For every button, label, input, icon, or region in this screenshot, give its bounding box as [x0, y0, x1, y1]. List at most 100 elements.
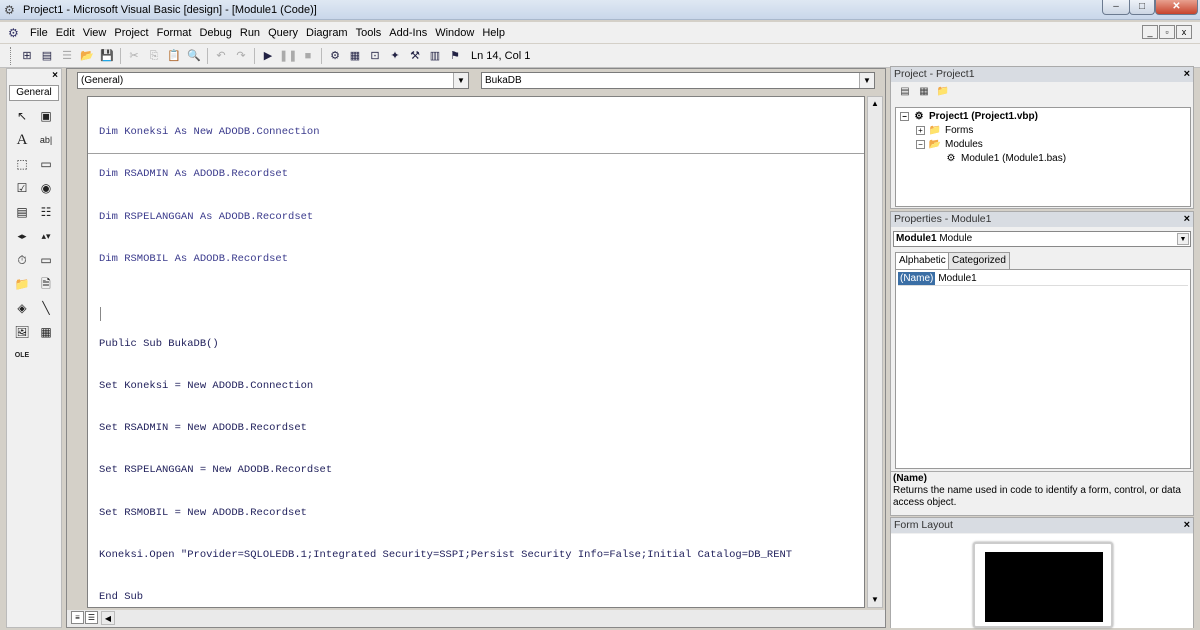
mdi-restore-button[interactable]: ▫ — [1159, 25, 1175, 39]
collapse-icon[interactable]: − — [916, 140, 925, 149]
view-code-icon[interactable]: ▤ — [897, 85, 913, 99]
menu-window[interactable]: Window — [431, 27, 478, 39]
menu-file[interactable]: File — [26, 27, 52, 39]
copy-icon[interactable]: ⎘ — [145, 47, 163, 65]
chevron-down-icon[interactable]: ▼ — [1177, 233, 1189, 245]
scroll-down-icon[interactable]: ▼ — [868, 593, 882, 607]
toolbar-grip[interactable] — [10, 46, 13, 65]
close-icon[interactable]: × — [1184, 518, 1190, 533]
object-combo[interactable]: (General) ▼ — [77, 72, 469, 89]
image-icon[interactable]: 🖼 — [13, 323, 31, 341]
scroll-up-icon[interactable]: ▲ — [868, 97, 882, 111]
listbox-icon[interactable]: ☷ — [37, 203, 55, 221]
code-line: Koneksi.Open "Provider=SQLOLEDB.1;Integr… — [99, 549, 793, 561]
start-icon[interactable]: ▶ — [259, 47, 277, 65]
shape-icon[interactable]: ◈ — [13, 299, 31, 317]
menu-edit[interactable]: Edit — [52, 27, 79, 39]
pointer-icon[interactable]: ↖ — [13, 107, 31, 125]
menu-run[interactable]: Run — [236, 27, 264, 39]
ole-icon[interactable]: OLE — [13, 347, 31, 365]
open-project-icon[interactable]: 📂 — [78, 47, 96, 65]
close-button[interactable]: ✕ — [1155, 0, 1198, 15]
form-layout-icon[interactable]: ⊡ — [366, 47, 384, 65]
maximize-button[interactable]: □ — [1129, 0, 1155, 15]
menu-query[interactable]: Query — [264, 27, 302, 39]
properties-window-icon[interactable]: ▦ — [346, 47, 364, 65]
hscrollbar-icon[interactable]: ◂▸ — [13, 227, 31, 245]
cut-icon[interactable]: ✂ — [125, 47, 143, 65]
drivelistbox-icon[interactable]: ▭ — [37, 251, 55, 269]
undo-icon[interactable]: ↶ — [212, 47, 230, 65]
frame-icon[interactable]: ⬚ — [13, 155, 31, 173]
menu-format[interactable]: Format — [153, 27, 196, 39]
object-select[interactable]: Module1 Module ▼ — [893, 231, 1191, 247]
procedure-separator — [88, 153, 864, 154]
menu-help[interactable]: Help — [478, 27, 509, 39]
checkbox-icon[interactable]: ☑ — [13, 179, 31, 197]
label-icon[interactable]: A — [13, 131, 31, 149]
mdi-minimize-button[interactable]: _ — [1142, 25, 1158, 39]
save-project-icon[interactable]: 💾 — [98, 47, 116, 65]
cursor-position: Ln 14, Col 1 — [471, 49, 531, 62]
tab-alphabetic[interactable]: Alphabetic — [895, 252, 950, 269]
add-project-icon[interactable]: ⊞ — [18, 47, 36, 65]
menu-editor-icon[interactable]: ☰ — [58, 47, 76, 65]
commandbutton-icon[interactable]: ▭ — [37, 155, 55, 173]
monitor-screen[interactable] — [985, 552, 1103, 622]
add-form-icon[interactable]: ▤ — [38, 47, 56, 65]
minimize-button[interactable]: – — [1102, 0, 1130, 15]
procedure-combo[interactable]: BukaDB ▼ — [481, 72, 875, 89]
menu-tools[interactable]: Tools — [352, 27, 386, 39]
dirlistbox-icon[interactable]: 📁 — [13, 275, 31, 293]
menu-view[interactable]: View — [79, 27, 111, 39]
vb-app-icon[interactable]: ⚙ — [4, 3, 18, 17]
data-control-icon[interactable]: ▦ — [37, 323, 55, 341]
menu-debug[interactable]: Debug — [195, 27, 235, 39]
code-window-icon[interactable]: ⚙ — [8, 26, 26, 40]
vertical-scrollbar[interactable]: ▲ ▼ — [867, 96, 883, 608]
tab-categorized[interactable]: Categorized — [948, 252, 1010, 269]
chevron-down-icon[interactable]: ▼ — [453, 73, 468, 88]
menu-add-ins[interactable]: Add-Ins — [385, 27, 431, 39]
toolbox-close-icon[interactable]: × — [49, 70, 61, 82]
end-icon[interactable]: ■ — [299, 47, 317, 65]
combobox-icon[interactable]: ▤ — [13, 203, 31, 221]
tree-item-module1[interactable]: ⚙ Module1 (Module1.bas) — [944, 153, 1067, 164]
textbox-icon[interactable]: ab| — [37, 131, 55, 149]
mdi-close-button[interactable]: x — [1176, 25, 1192, 39]
tree-item-forms[interactable]: + 📁 Forms — [916, 125, 973, 136]
menu-diagram[interactable]: Diagram — [302, 27, 352, 39]
code-editor[interactable]: Dim Koneksi As New ADODB.Connection Dim … — [87, 96, 865, 608]
tree-item-project1[interactable]: − ⚙ Project1 (Project1.vbp) — [900, 111, 1038, 122]
project-explorer-icon[interactable]: ⚙ — [326, 47, 344, 65]
menu-project[interactable]: Project — [110, 27, 152, 39]
toggle-folders-icon[interactable]: 📁 — [935, 85, 951, 99]
object-browser-icon[interactable]: ✦ — [386, 47, 404, 65]
optionbutton-icon[interactable]: ◉ — [37, 179, 55, 197]
find-icon[interactable]: 🔍 — [185, 47, 203, 65]
collapse-icon[interactable]: − — [900, 112, 909, 121]
property-row[interactable]: (Name) Module1 — [898, 272, 1188, 286]
close-icon[interactable]: × — [1184, 212, 1190, 227]
vscrollbar-icon[interactable]: ▴▾ — [37, 227, 55, 245]
data-view-icon[interactable]: ▥ — [426, 47, 444, 65]
full-module-view-icon[interactable]: ☰ — [85, 611, 98, 624]
chevron-down-icon[interactable]: ▼ — [859, 73, 874, 88]
property-value[interactable]: Module1 — [935, 272, 976, 285]
expand-icon[interactable]: + — [916, 126, 925, 135]
procedure-view-icon[interactable]: ≡ — [71, 611, 84, 624]
filelistbox-icon[interactable]: 🗎 — [37, 275, 55, 293]
view-object-icon[interactable]: ▦ — [916, 85, 932, 99]
close-icon[interactable]: × — [1184, 67, 1190, 82]
toolbox-tab-general[interactable]: General — [9, 85, 59, 101]
paste-icon[interactable]: 📋 — [165, 47, 183, 65]
redo-icon[interactable]: ↷ — [232, 47, 250, 65]
line-icon[interactable]: ╲ — [37, 299, 55, 317]
component-manager-icon[interactable]: ⚑ — [446, 47, 464, 65]
timer-icon[interactable]: ⏱ — [13, 251, 31, 269]
toolbox-icon[interactable]: ⚒ — [406, 47, 424, 65]
scroll-left-icon[interactable]: ◀ — [101, 611, 115, 625]
break-icon[interactable]: ❚❚ — [279, 47, 297, 65]
tree-item-modules[interactable]: − 📂 Modules — [916, 139, 983, 150]
picturebox-icon[interactable]: ▣ — [37, 107, 55, 125]
